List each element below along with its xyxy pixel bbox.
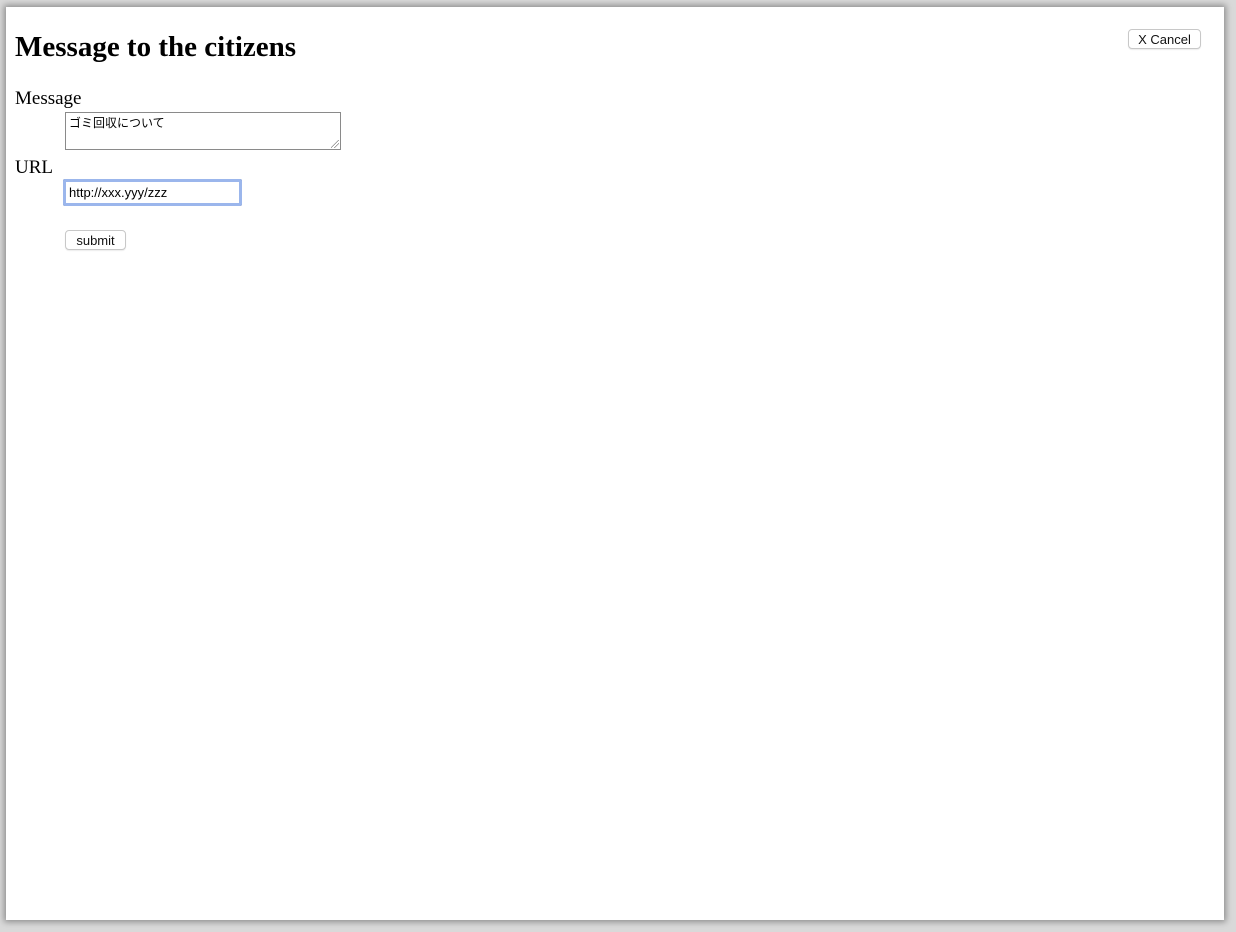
message-textarea[interactable]: ゴミ回収について — [65, 112, 341, 150]
submit-button[interactable]: submit — [65, 230, 126, 250]
page-title: Message to the citizens — [15, 31, 297, 63]
cancel-button[interactable]: X Cancel — [1128, 29, 1201, 49]
page-container: Message to the citizens X Cancel Message… — [6, 7, 1224, 920]
resize-grip-icon[interactable] — [331, 140, 339, 148]
message-label: Message — [15, 88, 82, 109]
url-label: URL — [15, 157, 53, 178]
url-input[interactable] — [63, 179, 242, 206]
